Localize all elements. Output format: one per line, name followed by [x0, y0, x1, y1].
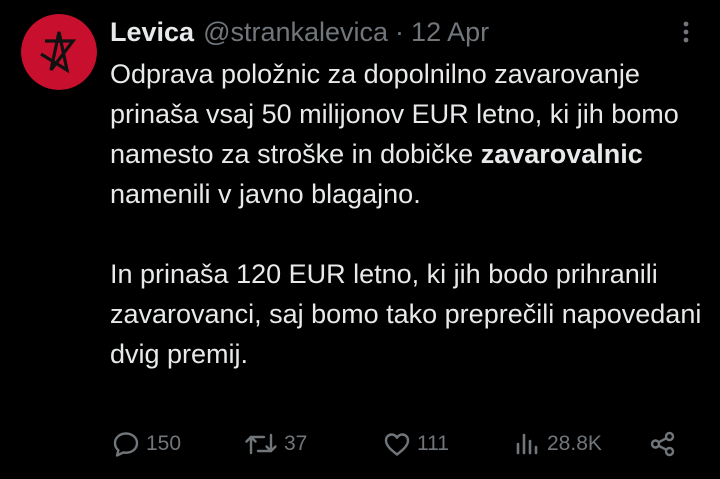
- tweet-text: Odprava položnic za dopolnilno zavarovan…: [110, 54, 705, 374]
- header-separator: ·: [395, 16, 405, 47]
- tweet[interactable]: Levica @strankalevica · 12 Apr Odprava p…: [0, 0, 720, 479]
- more-button[interactable]: [672, 18, 700, 46]
- bold-word: zavarovalnic: [480, 139, 643, 169]
- tweet-paragraph-1: Odprava položnic za dopolnilno zavarovan…: [110, 54, 705, 214]
- paragraph-1-text-end: namenili v javno blagajno.: [110, 179, 421, 209]
- retweet-icon: [245, 433, 277, 455]
- reply-count: 150: [146, 432, 182, 455]
- share-button[interactable]: [648, 424, 678, 464]
- display-name[interactable]: Levica: [110, 17, 194, 48]
- retweet-count: 37: [284, 432, 308, 455]
- views-button[interactable]: 28.8K: [512, 424, 602, 464]
- like-button[interactable]: 111: [382, 424, 449, 464]
- red-star-logo-icon: [21, 14, 97, 90]
- retweet-button[interactable]: 37: [243, 424, 307, 464]
- action-bar: 150 37 111 28.8K: [0, 424, 720, 464]
- views-count: 28.8K: [547, 432, 602, 455]
- tweet-paragraph-2: In prinaša 120 EUR letno, ki jih bodo pr…: [110, 259, 702, 369]
- tweet-header: Levica @strankalevica · 12 Apr: [110, 14, 489, 50]
- more-vertical-icon: [683, 21, 689, 43]
- tweet-date[interactable]: 12 Apr: [411, 17, 489, 48]
- avatar[interactable]: [21, 14, 97, 90]
- reply-icon: [113, 432, 139, 457]
- views-bar-chart-icon: [516, 433, 538, 455]
- like-count: 111: [417, 432, 449, 455]
- reply-button[interactable]: 150: [111, 424, 181, 464]
- heart-icon: [384, 433, 410, 456]
- share-icon: [650, 431, 675, 457]
- user-handle[interactable]: @strankalevica: [203, 17, 388, 48]
